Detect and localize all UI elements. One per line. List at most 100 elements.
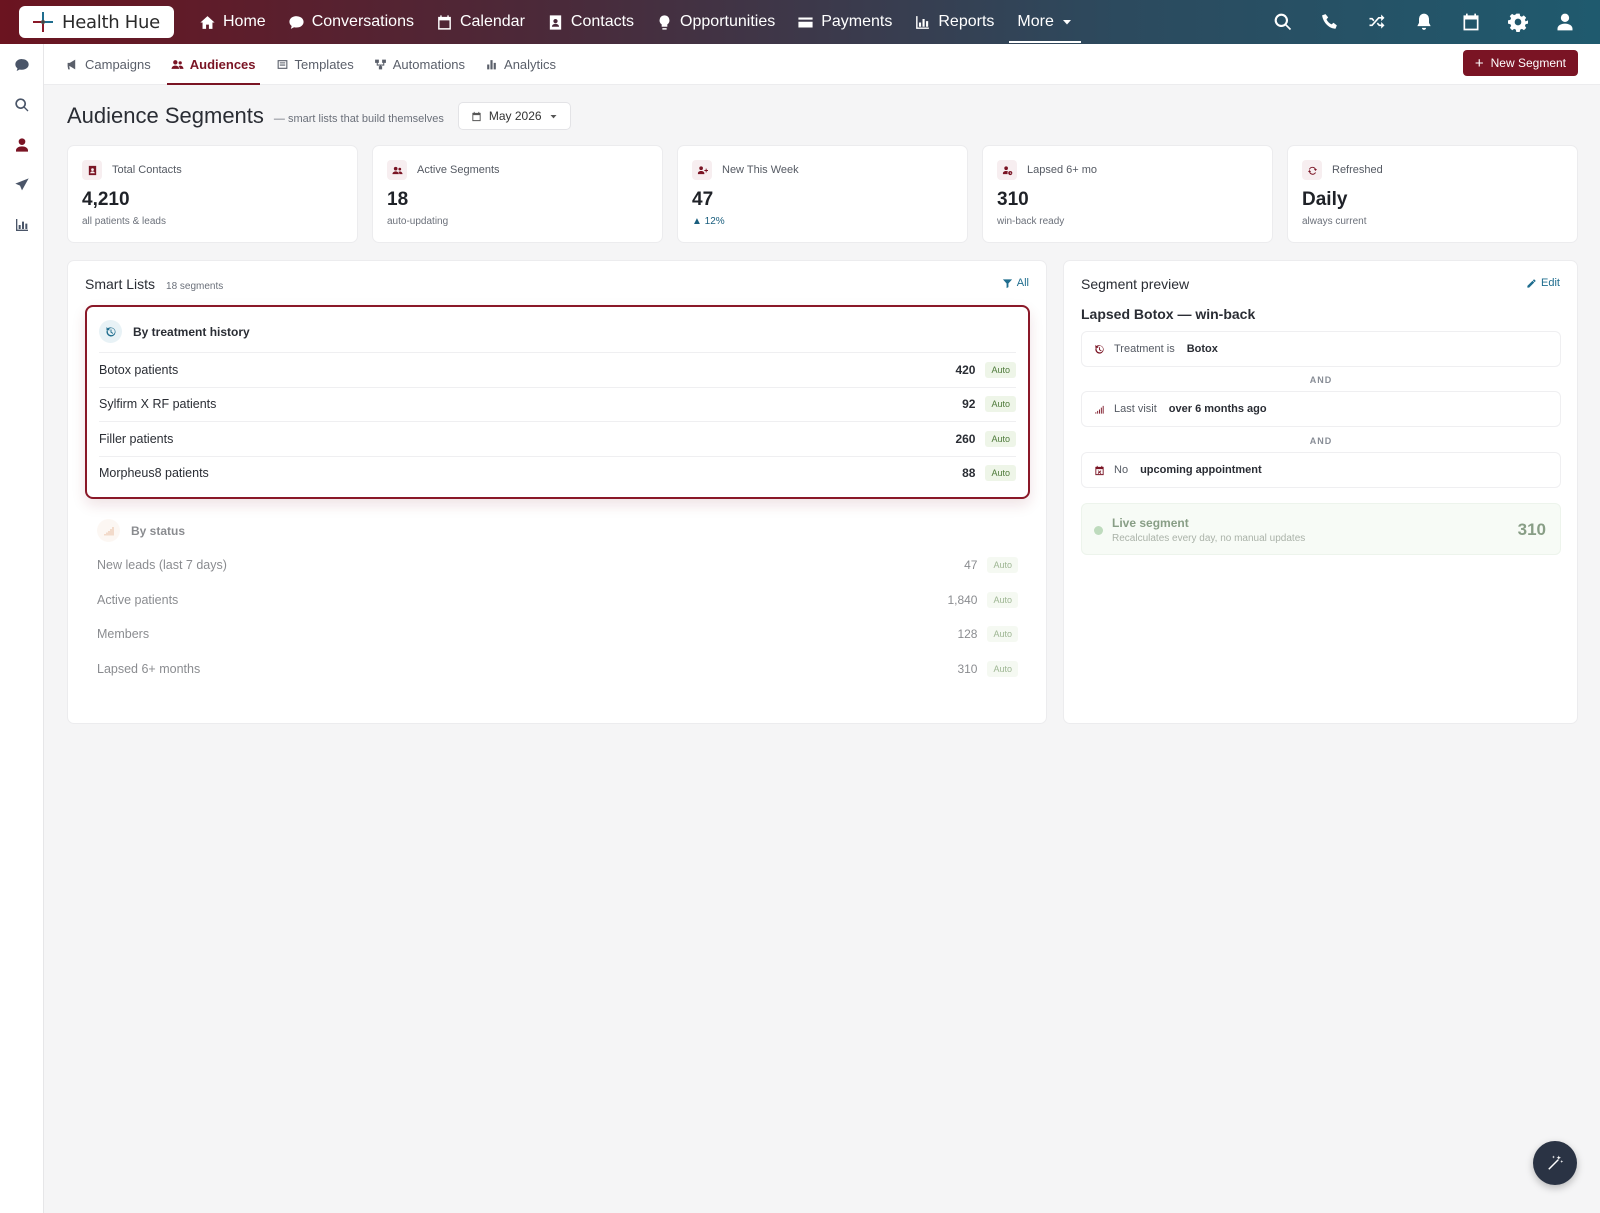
smart-lists-panel: Smart Lists 18 segments All By treatment… <box>67 260 1047 724</box>
stat-card-active-segments: Active Segments 18 auto-updating <box>372 145 663 243</box>
search-button[interactable] <box>1259 0 1306 44</box>
sidebar-conversations[interactable] <box>0 45 44 85</box>
live-count: 310 <box>1517 520 1546 539</box>
logo-mark-icon <box>31 10 55 34</box>
tab-audiences[interactable]: Audiences <box>161 44 266 85</box>
plus-icon: + <box>1474 54 1484 72</box>
nav-opportunities[interactable]: Opportunities <box>645 0 786 44</box>
calendar-button[interactable] <box>1447 0 1494 44</box>
auto-badge: Auto <box>985 430 1016 447</box>
sidebar-marketing[interactable] <box>0 165 44 205</box>
calendar-icon <box>472 111 481 121</box>
history-icon <box>99 320 122 343</box>
stat-note: always current <box>1302 216 1367 227</box>
tab-templates[interactable]: Templates <box>266 44 364 85</box>
users-icon <box>171 59 184 69</box>
nav-home-label: Home <box>223 13 266 30</box>
auto-badge: Auto <box>987 557 1018 574</box>
live-title: Live segment <box>1112 516 1189 530</box>
gear-icon <box>1507 13 1528 32</box>
pencil-icon <box>1527 278 1536 288</box>
condition-value: upcoming appointment <box>1140 464 1262 476</box>
shuffle-button[interactable] <box>1353 0 1400 44</box>
tab-campaigns[interactable]: Campaigns <box>56 44 161 85</box>
month-selector[interactable]: May 2026 <box>457 102 571 130</box>
magic-wand-button[interactable] <box>1533 1141 1577 1185</box>
condition-last-visit[interactable]: Last visit over 6 months ago <box>1081 391 1561 427</box>
nav-reports[interactable]: Reports <box>903 0 1005 44</box>
search-icon <box>15 98 29 112</box>
nav-conversations[interactable]: Conversations <box>277 0 425 44</box>
edit-segment-button[interactable]: Edit <box>1526 277 1560 289</box>
sidebar-contacts[interactable] <box>0 125 44 165</box>
stat-card-lapsed: Lapsed 6+ mo 310 win-back ready <box>982 145 1273 243</box>
filter-button[interactable]: All <box>1002 277 1029 289</box>
list-item[interactable]: Active patients 1,840 Auto <box>97 583 1018 618</box>
stat-card-total-contacts: Total Contacts 4,210 all patients & lead… <box>67 145 358 243</box>
bar-chart-icon <box>916 15 930 29</box>
list-item-count: 128 <box>957 627 978 642</box>
sidebar-search[interactable] <box>0 85 44 125</box>
list-item[interactable]: Sylfirm X RF patients 92 Auto <box>99 386 1016 422</box>
condition-value: over 6 months ago <box>1168 403 1267 415</box>
list-item[interactable]: Morpheus8 patients 88 Auto <box>99 455 1016 491</box>
nav-calendar[interactable]: Calendar <box>425 0 536 44</box>
stat-note: all patients & leads <box>82 216 166 227</box>
stat-value: 47 <box>692 189 714 210</box>
nav-more[interactable]: More <box>1009 3 1081 43</box>
smart-lists-title: Smart Lists <box>85 276 156 292</box>
user-icon <box>16 138 28 152</box>
settings-button[interactable] <box>1494 0 1541 44</box>
stat-label: Lapsed 6+ mo <box>1027 164 1098 176</box>
brand-logo[interactable]: Health Hue <box>19 6 174 38</box>
group-status[interactable]: By status New leads (last 7 days) 47 Auto… <box>85 513 1030 713</box>
user-icon <box>1557 13 1572 31</box>
group-header: By treatment history <box>99 320 250 343</box>
notifications-button[interactable] <box>1400 0 1447 44</box>
tab-audiences-label: Audiences <box>189 56 256 72</box>
list-item-name: Active patients <box>97 592 179 607</box>
stat-value: Daily <box>1302 189 1348 210</box>
list-item[interactable]: Botox patients 420 Auto <box>99 352 1016 387</box>
stat-value: 18 <box>387 189 409 210</box>
nav-payments-label: Payments <box>821 13 893 30</box>
live-segment-card: Live segment Recalculates every day, no … <box>1081 503 1561 555</box>
list-item-count: 420 <box>955 362 976 377</box>
nav-contacts[interactable]: Contacts <box>536 0 645 44</box>
tab-analytics[interactable]: Analytics <box>475 44 566 85</box>
condition-label: Treatment is <box>1114 343 1175 355</box>
new-segment-button[interactable]: + New Segment <box>1462 50 1578 76</box>
list-item[interactable]: Filler patients 260 Auto <box>99 421 1016 456</box>
group-title: By status <box>131 523 186 538</box>
condition-appointment[interactable]: No upcoming appointment <box>1081 452 1561 488</box>
list-item-name: Lapsed 6+ months <box>97 661 201 676</box>
main-nav: Home Conversations Calendar Contacts Opp… <box>188 0 1081 44</box>
send-icon <box>15 178 29 191</box>
list-item[interactable]: New leads (last 7 days) 47 Auto <box>97 548 1018 583</box>
and-connector: AND <box>1309 436 1333 446</box>
segment-preview-panel: Segment preview Edit Lapsed Botox — win-… <box>1063 260 1578 724</box>
bar-chart-icon <box>16 219 28 231</box>
calendar-icon <box>1463 13 1478 31</box>
left-sidebar <box>0 44 44 1213</box>
sidebar-reports[interactable] <box>0 205 44 245</box>
nav-payments[interactable]: Payments <box>786 0 903 44</box>
list-item-count: 260 <box>955 431 976 446</box>
caret-down-icon <box>1062 20 1071 25</box>
profile-button[interactable] <box>1541 0 1588 44</box>
bell-icon <box>1416 13 1431 30</box>
auto-badge: Auto <box>985 396 1016 413</box>
nav-home[interactable]: Home <box>188 0 277 44</box>
megaphone-icon <box>67 59 76 69</box>
condition-treatment[interactable]: Treatment is Botox <box>1081 331 1561 367</box>
condition-label: No <box>1114 464 1129 476</box>
list-item[interactable]: Lapsed 6+ months 310 Auto <box>97 652 1018 687</box>
live-subtitle: Recalculates every day, no manual update… <box>1112 533 1306 544</box>
group-treatment-history[interactable]: By treatment history Botox patients 420 A… <box>85 305 1030 499</box>
segment-name: Lapsed Botox — win-back <box>1081 306 1256 322</box>
calendar-icon <box>438 14 451 30</box>
phone-button[interactable] <box>1306 0 1353 44</box>
caret-down-icon <box>550 114 557 118</box>
tab-automations[interactable]: Automations <box>364 44 475 85</box>
list-item[interactable]: Members 128 Auto <box>97 617 1018 652</box>
